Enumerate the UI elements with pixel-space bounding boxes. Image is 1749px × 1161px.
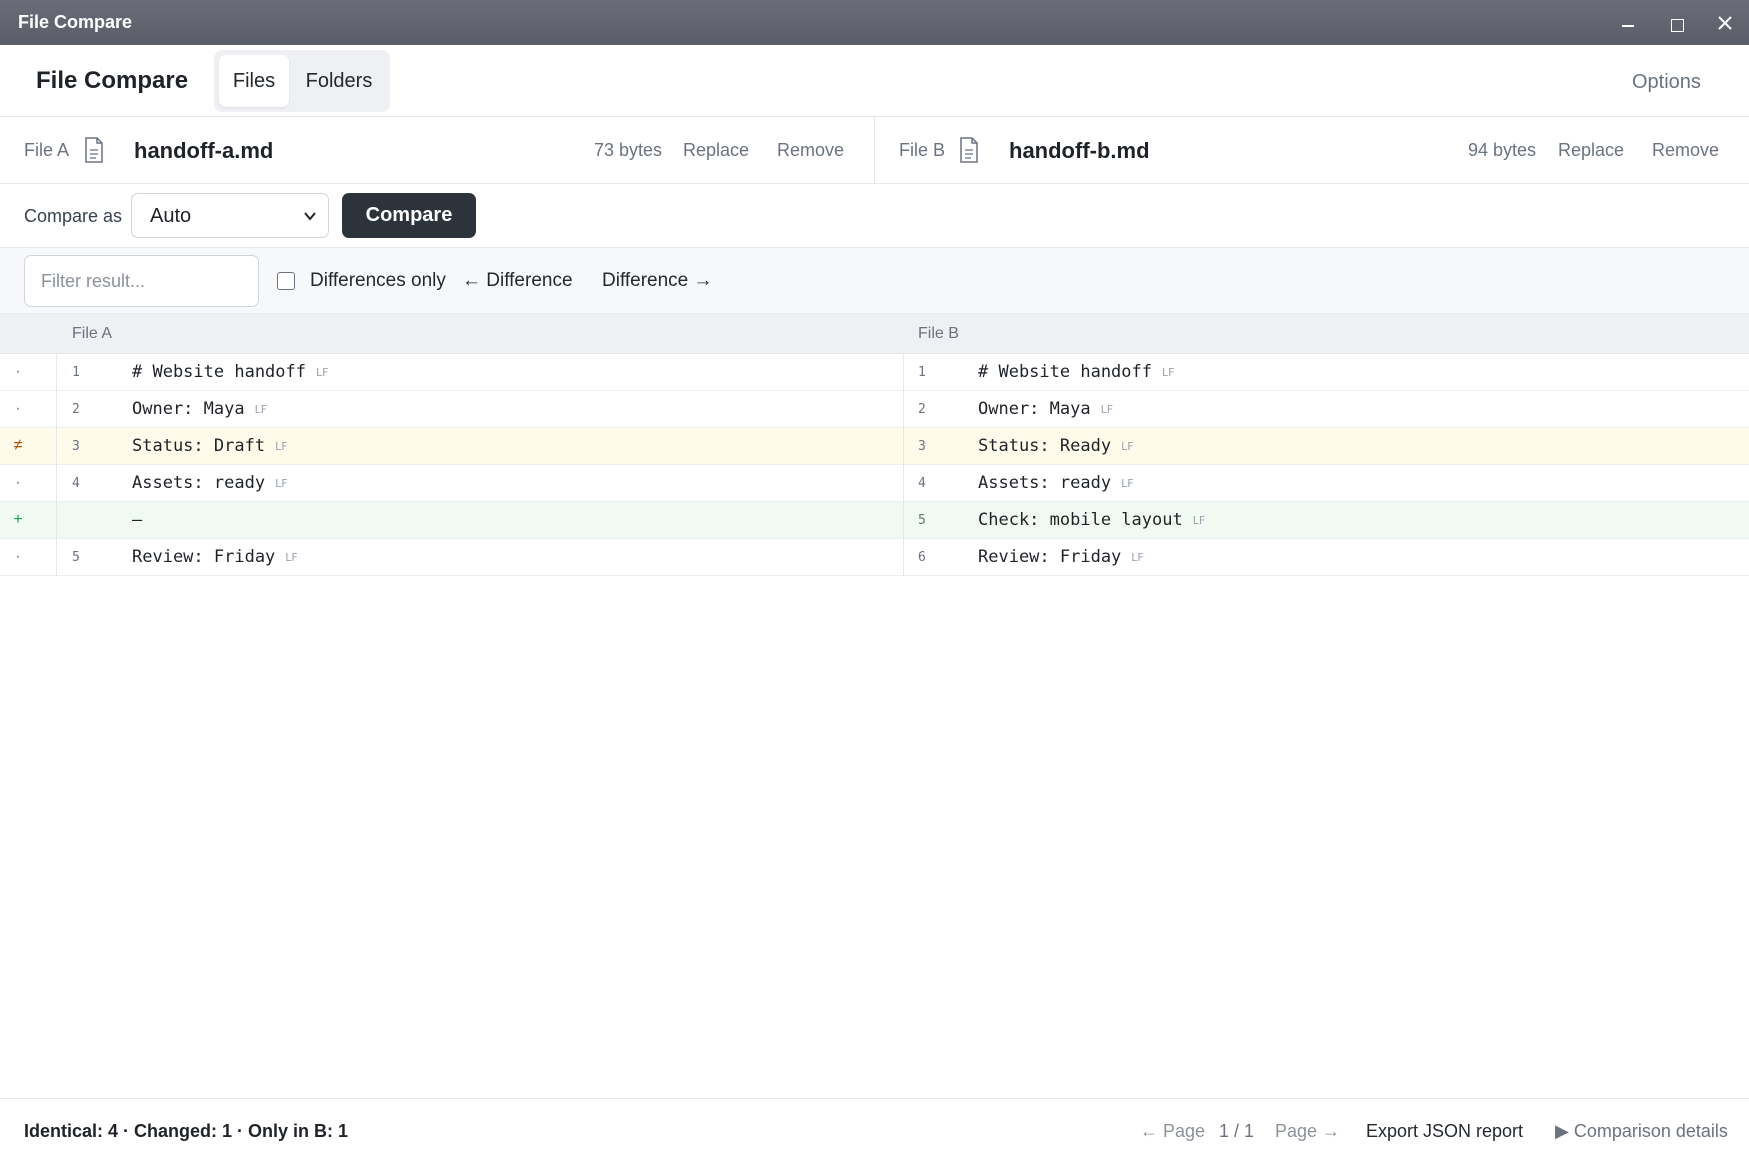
file-b-size: 94 bytes (1468, 140, 1537, 160)
row-status-marker: + (0, 502, 57, 539)
tab-folders[interactable]: Folders (294, 55, 384, 107)
file-b-pane: File B handoff-b.md 94 bytes Replace Rem… (875, 117, 1749, 184)
status-footer: Identical: 4 · Changed: 1 · Only in B: 1… (0, 1098, 1749, 1161)
differences-only-checkbox[interactable] (277, 272, 295, 290)
tab-files[interactable]: Files (219, 55, 289, 107)
maximize-button[interactable] (1657, 0, 1697, 45)
column-header-file-a: File A (72, 325, 113, 342)
filter-row: Differences only ← Difference Difference… (0, 248, 1749, 314)
table-row-changed[interactable]: ≠ 3 Status: Draft LF 3 Status: Ready LF (0, 428, 1749, 465)
window-titlebar: File Compare (0, 0, 1749, 45)
compare-mode-value: Auto (150, 205, 192, 227)
minimize-button[interactable] (1608, 0, 1648, 45)
eol-marker: LF (1131, 550, 1144, 564)
eol-marker: LF (1162, 365, 1175, 379)
line-text-b: Assets: ready (978, 473, 1112, 493)
previous-difference-button[interactable]: ← Difference (462, 270, 573, 292)
close-icon (1718, 15, 1732, 30)
comparison-summary: Identical: 4 · Changed: 1 · Only in B: 1 (24, 1121, 349, 1141)
line-number-b: 2 (918, 402, 926, 417)
table-row[interactable]: · 4 Assets: ready LF 4 Assets: ready LF (0, 465, 1749, 502)
line-number-b: 1 (918, 365, 926, 380)
eol-marker: LF (254, 402, 268, 416)
chevron-down-icon (304, 212, 316, 221)
line-text-b: # Website handoff (978, 362, 1152, 382)
line-text-a: Status: Draft (132, 436, 266, 456)
line-text-a: Review: Friday (132, 547, 276, 567)
eol-marker: LF (275, 476, 288, 490)
table-row-added[interactable]: + — 5 Check: mobile layout LF (0, 502, 1749, 539)
table-row[interactable]: · 2 Owner: Maya LF 2 Owner: Maya LF (0, 391, 1749, 428)
line-text-a: # Website handoff (132, 362, 306, 382)
eol-marker: LF (1192, 513, 1206, 527)
app-title: File Compare (36, 67, 189, 94)
next-page-button[interactable]: Page → (1275, 1121, 1340, 1142)
file-a-label: File A (24, 140, 70, 160)
file-b-remove-button[interactable]: Remove (1652, 140, 1719, 161)
eol-marker: LF (275, 439, 288, 453)
page-indicator: 1 / 1 (1219, 1121, 1255, 1141)
minimize-icon (1622, 24, 1634, 27)
eol-marker: LF (1121, 439, 1134, 453)
mode-tabs: Files Folders (214, 50, 390, 112)
line-text-b: Check: mobile layout (978, 510, 1183, 530)
file-a-size: 73 bytes (594, 140, 663, 160)
row-status-marker: · (0, 391, 57, 428)
close-button[interactable] (1705, 0, 1745, 45)
eol-marker: LF (316, 365, 329, 379)
maximize-icon (1670, 18, 1684, 32)
row-status-marker: · (0, 465, 57, 502)
compare-button[interactable]: Compare (342, 193, 476, 238)
row-status-marker: ≠ (0, 428, 57, 465)
line-number-b: 3 (918, 439, 926, 454)
compare-row: Compare as Auto Compare (0, 184, 1749, 248)
file-a-remove-button[interactable]: Remove (777, 140, 844, 161)
compare-as-label: Compare as (24, 206, 123, 226)
file-selection-row: File A handoff-a.md 73 bytes Replace Rem… (0, 117, 1749, 184)
eol-marker: LF (1121, 476, 1134, 490)
file-a-name: handoff-a.md (134, 138, 274, 163)
line-text-a: Owner: Maya (132, 399, 245, 419)
line-text-a-empty: — (132, 510, 143, 530)
previous-page-button[interactable]: ← Page (1140, 1121, 1205, 1142)
options-button[interactable]: Options (1632, 71, 1701, 94)
row-status-marker: · (0, 539, 57, 576)
line-number-a: 4 (72, 476, 80, 491)
line-number-b: 6 (918, 550, 926, 565)
row-status-marker: · (0, 354, 57, 391)
compare-mode-select[interactable]: Auto (131, 193, 329, 238)
table-row[interactable]: · 1 # Website handoff LF 1 # Website hand… (0, 354, 1749, 391)
file-b-replace-button[interactable]: Replace (1558, 140, 1624, 161)
export-json-report-button[interactable]: Export JSON report (1366, 1121, 1523, 1142)
next-difference-button[interactable]: Difference → (602, 270, 713, 292)
file-b-label: File B (899, 140, 946, 160)
file-a-replace-button[interactable]: Replace (683, 140, 749, 161)
line-text-b: Owner: Maya (978, 399, 1091, 419)
app-header: File Compare Files Folders Options (0, 45, 1749, 117)
line-text-b: Status: Ready (978, 436, 1112, 456)
comparison-details-toggle[interactable]: ▶ Comparison details (1555, 1121, 1728, 1142)
window-title: File Compare (18, 12, 133, 32)
line-number-b: 4 (918, 476, 926, 491)
table-row[interactable]: · 5 Review: Friday LF 6 Review: Friday LF (0, 539, 1749, 576)
line-number-a: 2 (72, 402, 80, 417)
column-header-file-b: File B (918, 325, 959, 342)
file-icon (960, 137, 978, 163)
differences-only-label[interactable]: Differences only (310, 270, 446, 292)
line-text-a: Assets: ready (132, 473, 266, 493)
diff-rows: · 1 # Website handoff LF 1 # Website hand… (0, 354, 1749, 576)
line-number-b: 5 (918, 513, 926, 528)
filter-input[interactable] (24, 255, 259, 307)
line-number-a: 5 (72, 550, 80, 565)
line-text-b: Review: Friday (978, 547, 1122, 567)
eol-marker: LF (285, 550, 298, 564)
line-number-a: 1 (72, 365, 80, 380)
file-b-name: handoff-b.md (1009, 138, 1150, 163)
file-a-pane: File A handoff-a.md 73 bytes Replace Rem… (0, 117, 875, 184)
line-number-a: 3 (72, 439, 80, 454)
diff-table-header: File A File B (0, 314, 1749, 354)
file-icon (85, 137, 103, 163)
eol-marker: LF (1100, 402, 1114, 416)
